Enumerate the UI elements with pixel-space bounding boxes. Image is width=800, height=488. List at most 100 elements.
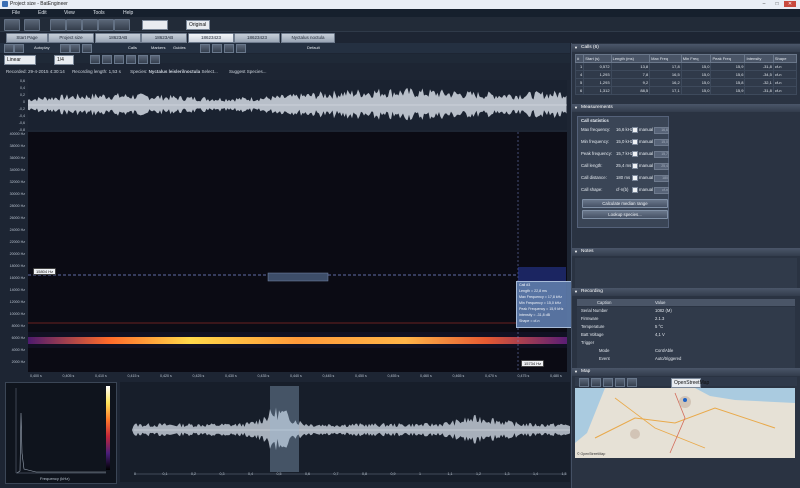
- export-button[interactable]: [82, 19, 98, 31]
- recording-caption: Batt Voltage: [581, 332, 604, 337]
- lookup-species-button[interactable]: Lookup species...: [582, 210, 668, 219]
- location-marker-icon[interactable]: [683, 398, 687, 402]
- close-button[interactable]: ✕: [784, 1, 796, 7]
- tool-button-3[interactable]: [224, 44, 234, 53]
- menu-edit[interactable]: Edit: [38, 10, 47, 16]
- manual-checkbox[interactable]: [632, 151, 638, 157]
- tool-button-2[interactable]: [212, 44, 222, 53]
- map-tool-4[interactable]: [615, 378, 625, 387]
- notes-area[interactable]: [575, 258, 797, 288]
- waveform-detail[interactable]: [120, 382, 570, 482]
- manual-input[interactable]: 25,4: [654, 163, 669, 170]
- manual-checkbox[interactable]: [632, 163, 638, 169]
- zoom-slider[interactable]: [142, 20, 168, 30]
- selection-window[interactable]: [270, 386, 299, 472]
- manual-checkbox[interactable]: [632, 175, 638, 181]
- map-view[interactable]: © OpenStreetMap: [575, 388, 795, 458]
- manual-input[interactable]: 15,7: [654, 151, 669, 158]
- record-button[interactable]: [82, 44, 92, 53]
- tool-button-1[interactable]: [200, 44, 210, 53]
- save-button[interactable]: [66, 19, 82, 31]
- measurements-section-header[interactable]: ▼ Measurements: [572, 104, 800, 112]
- calls-header[interactable]: Intensity: [744, 54, 774, 63]
- tab-start-page[interactable]: Start Page: [6, 33, 48, 43]
- spec-tool-5[interactable]: [138, 55, 148, 64]
- tab-species[interactable]: Nyctalus noctula: [281, 33, 335, 43]
- play-button[interactable]: [4, 44, 14, 53]
- spec-tool-4[interactable]: [126, 55, 136, 64]
- markers-toggle[interactable]: Markers: [151, 45, 165, 50]
- spec-tool-3[interactable]: [114, 55, 124, 64]
- calls-header[interactable]: Length (ms): [610, 54, 651, 63]
- menu-help[interactable]: Help: [123, 10, 133, 16]
- tool-button-4[interactable]: [236, 44, 246, 53]
- calls-table-row[interactable]: 6 1,312 88,5 17,1 15,0 15,9 -31,8 cf-n: [574, 86, 798, 95]
- tooltip-line: Shape = cf-n: [519, 319, 540, 323]
- species-select[interactable]: Select...: [201, 69, 217, 74]
- calls-table-row[interactable]: 4 1,293 7,8 16,5 15,0 15,6 -34,5 cf-n: [574, 70, 798, 79]
- manual-input[interactable]: 16,6: [654, 127, 669, 134]
- notes-section-header[interactable]: ▼ Notes: [572, 248, 800, 256]
- home-button[interactable]: [4, 19, 20, 31]
- maximize-button[interactable]: □: [771, 1, 783, 7]
- settings-button[interactable]: [98, 19, 114, 31]
- calls-table-row[interactable]: 5 1,293 9,2 16,2 15,0 15,8 -32,1 cf-n: [574, 78, 798, 87]
- manual-input[interactable]: 180: [654, 175, 669, 182]
- spectrogram[interactable]: [28, 132, 567, 372]
- calls-table-cell: 1: [574, 62, 585, 71]
- tab-recording-4[interactable]: 18623423: [234, 33, 280, 43]
- speed-button[interactable]: [70, 44, 80, 53]
- calls-toggle[interactable]: Calls: [128, 45, 137, 50]
- map-tool-3[interactable]: [603, 378, 613, 387]
- menu-tools[interactable]: Tools: [93, 10, 105, 16]
- guides-toggle[interactable]: Guides: [173, 45, 186, 50]
- zoom-select[interactable]: Original: [186, 20, 210, 30]
- manual-checkbox[interactable]: [632, 139, 638, 145]
- tab-recording-active[interactable]: 18623423: [188, 33, 234, 43]
- scale-select[interactable]: Linear: [4, 55, 36, 65]
- calls-table-row[interactable]: 1 0,572 13,8 17,8 15,0 15,9 -31,8 cf-n: [574, 62, 798, 71]
- tab-project-size[interactable]: Project size: [48, 33, 94, 43]
- menu-view[interactable]: View: [64, 10, 75, 16]
- stop-button[interactable]: [14, 44, 24, 53]
- spec-tool-6[interactable]: [150, 55, 160, 64]
- spec-tool-2[interactable]: [102, 55, 112, 64]
- waveform-overview[interactable]: [28, 80, 567, 130]
- loop-button[interactable]: [60, 44, 70, 53]
- preset-select[interactable]: Default: [307, 45, 320, 50]
- frequency-label-left: 15804 Hz: [33, 268, 57, 275]
- calls-header[interactable]: #: [574, 54, 585, 63]
- tab-recording-2[interactable]: 18623AB: [141, 33, 187, 43]
- map-layer-select[interactable]: OpenStreetMap: [671, 378, 709, 388]
- selected-call-box[interactable]: [267, 272, 329, 282]
- suggest-species-link[interactable]: Suggest Species...: [229, 69, 267, 74]
- map-tool-1[interactable]: [579, 378, 589, 387]
- map-section-header[interactable]: ▼ Map: [572, 368, 800, 376]
- calls-header[interactable]: Min Freq: [680, 54, 712, 63]
- calls-header[interactable]: Peak Freq: [710, 54, 746, 63]
- autoplay-toggle[interactable]: Autoplay: [34, 45, 50, 50]
- calls-header[interactable]: Start (s): [583, 54, 612, 63]
- tooltip-line: Peak Frequency = 15,9 kHz: [519, 307, 564, 311]
- calculate-median-button[interactable]: Calculate median range: [582, 199, 668, 208]
- map-tool-5[interactable]: [627, 378, 637, 387]
- calls-header[interactable]: Shape: [772, 54, 798, 63]
- map-tool-2[interactable]: [591, 378, 601, 387]
- zoom-out-button[interactable]: [114, 19, 130, 31]
- toolbar: Original: [0, 17, 800, 32]
- minimize-button[interactable]: –: [758, 1, 770, 7]
- calls-header[interactable]: Max Freq: [649, 54, 682, 63]
- menu-file[interactable]: File: [12, 10, 20, 16]
- tab-recording-1[interactable]: 18623AB: [95, 33, 141, 43]
- rate-select[interactable]: 1/4: [54, 55, 74, 65]
- manual-checkbox[interactable]: [632, 187, 638, 193]
- open-button[interactable]: [50, 19, 66, 31]
- manual-input[interactable]: 15,0: [654, 139, 669, 146]
- manual-input[interactable]: cf-n: [654, 187, 669, 194]
- calls-section-header[interactable]: ▼ Calls (6): [572, 44, 800, 52]
- chart-button[interactable]: [24, 19, 40, 31]
- waveform-detail-svg: [120, 386, 570, 475]
- spec-tool-1[interactable]: [90, 55, 100, 64]
- manual-checkbox[interactable]: [632, 127, 638, 133]
- recording-section-header[interactable]: ▼ Recording: [572, 288, 800, 296]
